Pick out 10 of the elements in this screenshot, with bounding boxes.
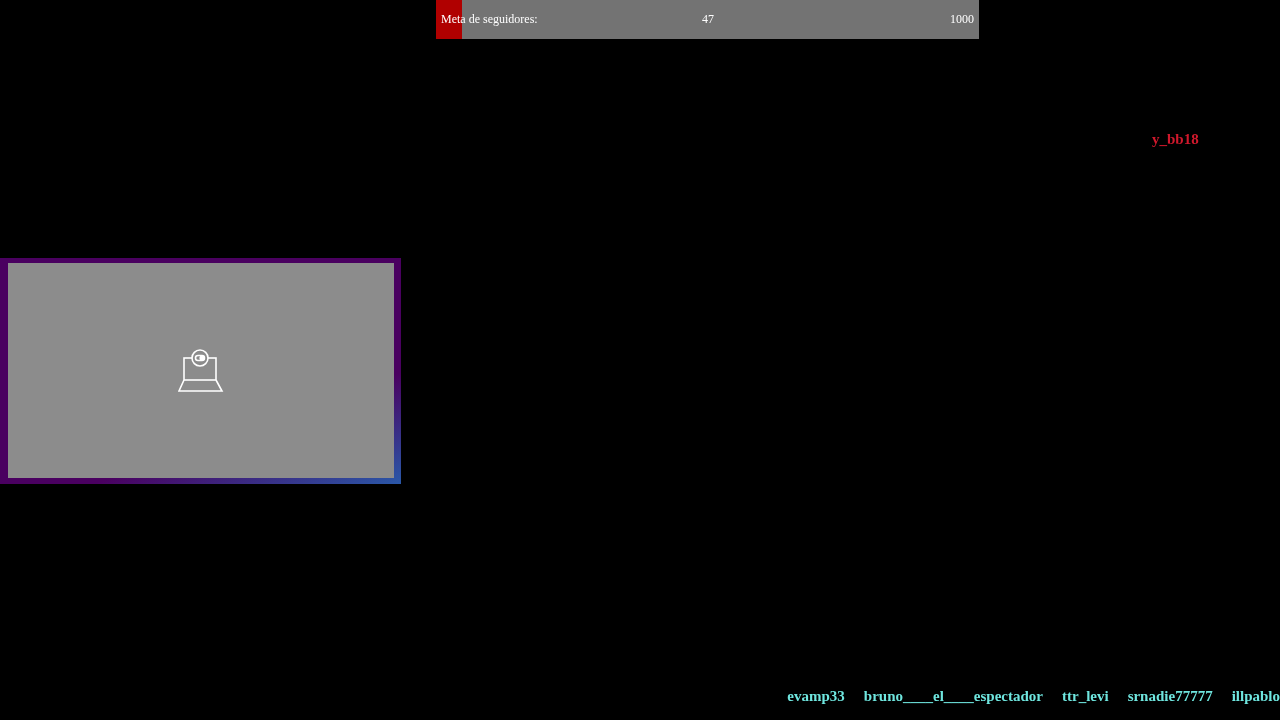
follower-name: srnadie77777 (1127, 688, 1213, 705)
follower-name: evamp33 (787, 688, 845, 705)
follower-name: illpablo (1231, 688, 1280, 705)
goal-current: 47 (702, 12, 714, 27)
follower-name: ttr_levi (1062, 688, 1109, 705)
follower-name: bruno____el____espectador (863, 688, 1043, 705)
goal-target: 1000 (950, 12, 974, 27)
webcam-icon (178, 348, 224, 393)
goal-label: Meta de seguidores: (441, 12, 538, 27)
latest-follower-name: y_bb18 (1152, 131, 1199, 148)
